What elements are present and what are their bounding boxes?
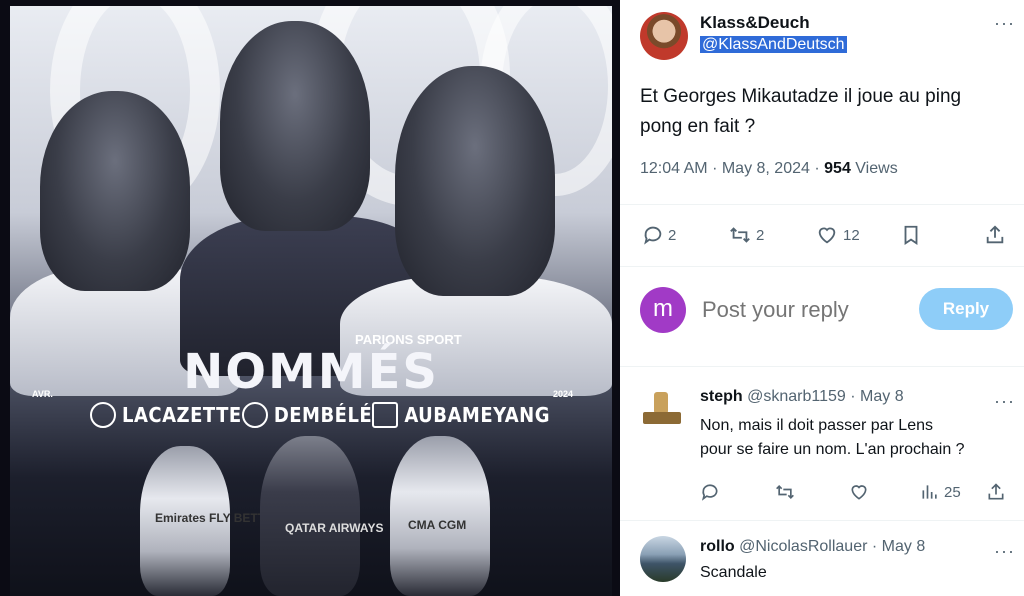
reply-like-action[interactable] bbox=[848, 482, 874, 502]
more-icon[interactable]: ··· bbox=[994, 542, 1015, 560]
player-action-dembele bbox=[260, 436, 360, 596]
nominee-3: AUBAMEYANG bbox=[372, 402, 550, 428]
reply-author-avatar[interactable] bbox=[640, 388, 684, 432]
separator: · bbox=[712, 160, 718, 177]
poster-year-tag: 2024 bbox=[553, 389, 574, 399]
current-user-avatar[interactable]: m bbox=[640, 287, 686, 333]
author-name[interactable]: Klass&Deuch bbox=[700, 13, 847, 33]
reply-repost-action[interactable] bbox=[774, 482, 800, 502]
more-icon[interactable]: ··· bbox=[994, 392, 1015, 410]
tweet-text-line: Et Georges Mikautadze il joue au ping bbox=[640, 86, 962, 107]
nominee-2: DEMBÉLÉ bbox=[241, 402, 373, 428]
like-icon bbox=[851, 485, 867, 500]
reply-button[interactable]: Reply bbox=[919, 288, 1013, 330]
divider bbox=[620, 204, 1024, 205]
bookmark-icon bbox=[904, 225, 918, 245]
repost-icon bbox=[730, 227, 750, 243]
reply-icon bbox=[701, 484, 718, 501]
tweet-text-line: pong en fait ? bbox=[640, 116, 756, 137]
reply-author-avatar[interactable] bbox=[640, 536, 686, 582]
player-action-aubameyang bbox=[390, 436, 490, 596]
reply-text: Non, mais il doit passer par Lens pour s… bbox=[700, 414, 965, 462]
share-icon bbox=[986, 225, 1004, 244]
nominee-name: DEMBÉLÉ bbox=[273, 403, 373, 427]
club-crest-icon bbox=[241, 402, 268, 428]
nominee-1: LACAZETTE bbox=[90, 402, 242, 428]
reply-author-handle[interactable]: @sknarb1159 bbox=[747, 388, 846, 405]
views-icon bbox=[922, 485, 937, 499]
poster-headline: NOMMÉS bbox=[183, 344, 439, 400]
nominee-name: AUBAMEYANG bbox=[404, 403, 550, 427]
reply-views-action[interactable]: 25 bbox=[920, 482, 961, 502]
views-count: 954 bbox=[824, 160, 851, 177]
reply-author-name[interactable]: steph bbox=[700, 388, 743, 405]
player-portrait-aubameyang bbox=[395, 66, 555, 296]
poster-month-tag: AVR. bbox=[32, 389, 53, 399]
like-count: 12 bbox=[843, 226, 860, 244]
reply-reply-action[interactable] bbox=[700, 482, 724, 502]
repost-action[interactable]: 2 bbox=[728, 224, 764, 246]
reply-text-line: pour se faire un nom. L'an prochain ? bbox=[700, 441, 965, 458]
tweet-date[interactable]: May 8, 2024 bbox=[722, 160, 810, 177]
nominee-names: LACAZETTE DEMBÉLÉ AUBAMEYANG bbox=[90, 402, 550, 428]
reply-date[interactable]: · May 8 bbox=[850, 388, 903, 405]
tweet-panel: Klass&Deuch @KlassAndDeutsch ··· Et Geor… bbox=[620, 0, 1024, 596]
player-portrait-lacazette bbox=[40, 91, 190, 291]
reply-text: Scandale bbox=[700, 564, 767, 581]
views-label: Views bbox=[855, 160, 898, 177]
share-icon bbox=[988, 483, 1004, 500]
like-action[interactable]: 12 bbox=[815, 224, 860, 246]
repost-icon bbox=[776, 484, 794, 500]
reply-date[interactable]: · May 8 bbox=[872, 538, 925, 555]
divider bbox=[620, 266, 1024, 267]
tweet-meta: 12:04 AM · May 8, 2024 · 954 Views bbox=[640, 160, 898, 178]
repost-count: 2 bbox=[756, 226, 765, 244]
jersey-sponsor: QATAR AIRWAYS bbox=[285, 521, 384, 535]
more-icon[interactable]: ··· bbox=[994, 14, 1015, 32]
reply-author-name[interactable]: rollo bbox=[700, 538, 735, 555]
reply-header: rollo @NicolasRollauer · May 8 bbox=[700, 538, 925, 556]
bookmark-action[interactable] bbox=[900, 224, 926, 246]
like-icon bbox=[818, 227, 836, 244]
club-crest-icon bbox=[90, 402, 116, 428]
divider bbox=[620, 366, 1024, 367]
tweet-time[interactable]: 12:04 AM bbox=[640, 160, 708, 177]
reply-icon bbox=[644, 226, 662, 245]
player-portrait-dembele bbox=[220, 21, 370, 231]
divider bbox=[620, 520, 1024, 521]
tweet-media-image[interactable]: PARIONS SPORT NOMMÉS AVR. 2024 LACAZETTE… bbox=[0, 0, 620, 596]
author-info: Klass&Deuch @KlassAndDeutsch bbox=[700, 13, 847, 54]
reply-author-handle[interactable]: @NicolasRollauer bbox=[739, 538, 867, 555]
author-avatar[interactable] bbox=[640, 12, 688, 60]
reply-count: 2 bbox=[668, 226, 677, 244]
reply-input[interactable] bbox=[702, 292, 902, 328]
reply-header: steph @sknarb1159 · May 8 bbox=[700, 388, 904, 406]
club-crest-icon bbox=[372, 402, 399, 428]
reply-share-action[interactable] bbox=[986, 482, 1010, 502]
reply-action[interactable]: 2 bbox=[642, 224, 676, 246]
media-frame: PARIONS SPORT NOMMÉS AVR. 2024 LACAZETTE… bbox=[10, 6, 612, 596]
nominee-name: LACAZETTE bbox=[122, 403, 242, 427]
share-action[interactable] bbox=[984, 224, 1010, 246]
reply-text-line: Non, mais il doit passer par Lens bbox=[700, 417, 933, 434]
tweet-text: Et Georges Mikautadze il joue au ping po… bbox=[640, 82, 961, 142]
separator: · bbox=[814, 160, 820, 177]
author-handle[interactable]: @KlassAndDeutsch bbox=[700, 36, 847, 53]
reply-views-count: 25 bbox=[944, 483, 961, 501]
jersey-sponsor: CMA CGM bbox=[408, 518, 467, 532]
